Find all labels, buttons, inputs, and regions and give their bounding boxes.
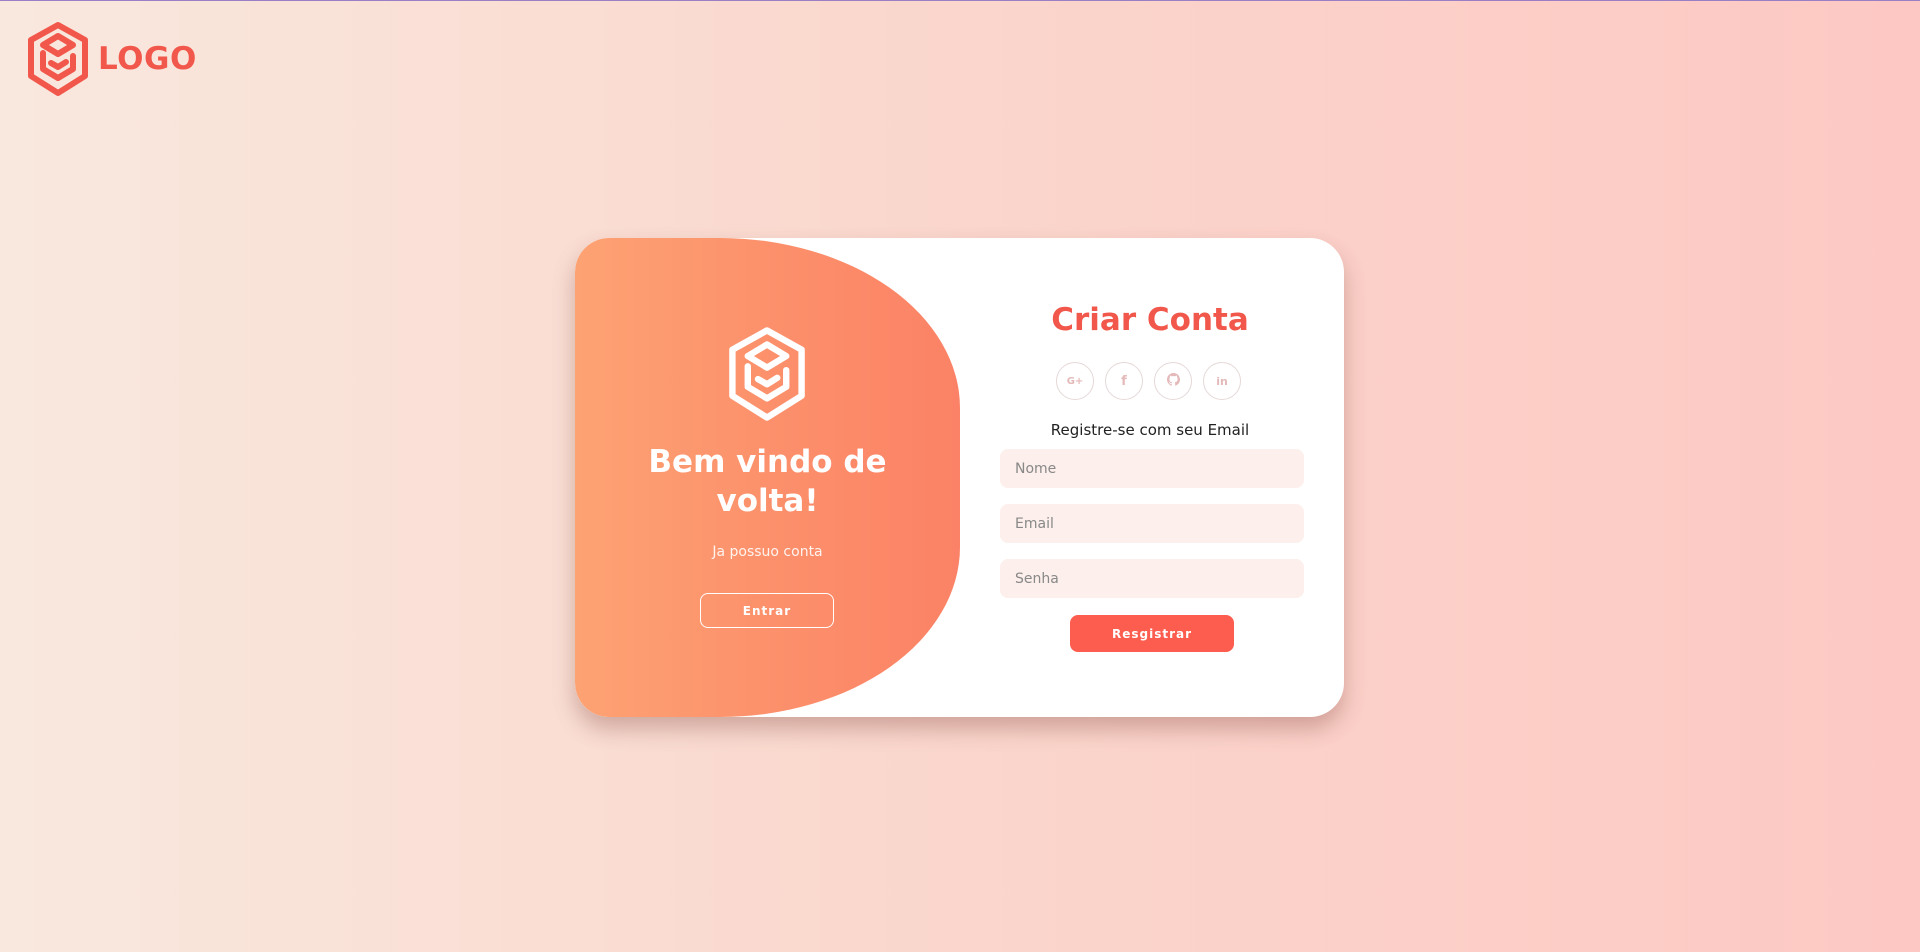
hexagon-logo-icon: [26, 21, 90, 97]
register-button[interactable]: Resgistrar: [1070, 615, 1234, 652]
register-subtitle: Registre-se com seu Email: [1050, 421, 1250, 439]
auth-card: Bem vindo de volta! Ja possuo conta Entr…: [575, 238, 1344, 717]
github-icon: [1166, 373, 1180, 389]
login-button[interactable]: Entrar: [700, 593, 834, 628]
github-button[interactable]: [1154, 362, 1192, 400]
register-title: Criar Conta: [1051, 302, 1249, 338]
linkedin-icon: in: [1216, 374, 1228, 388]
top-border-line: [0, 0, 1920, 1]
linkedin-button[interactable]: in: [1203, 362, 1241, 400]
email-field[interactable]: [1000, 504, 1304, 543]
welcome-subtitle: Ja possuo conta: [712, 544, 823, 560]
welcome-panel: Bem vindo de volta! Ja possuo conta Entr…: [575, 238, 960, 717]
name-field[interactable]: [1000, 449, 1304, 488]
password-field[interactable]: [1000, 559, 1304, 598]
hexagon-logo-icon: [726, 325, 808, 427]
google-plus-button[interactable]: G+: [1056, 362, 1094, 400]
google-plus-icon: G+: [1066, 375, 1084, 387]
social-buttons: G+ f in: [1056, 362, 1241, 400]
logo-text: LOGO: [98, 41, 197, 77]
brand-logo[interactable]: LOGO: [26, 21, 197, 97]
facebook-icon: f: [1121, 373, 1127, 389]
welcome-title: Bem vindo de volta!: [648, 444, 887, 519]
facebook-button[interactable]: f: [1105, 362, 1143, 400]
